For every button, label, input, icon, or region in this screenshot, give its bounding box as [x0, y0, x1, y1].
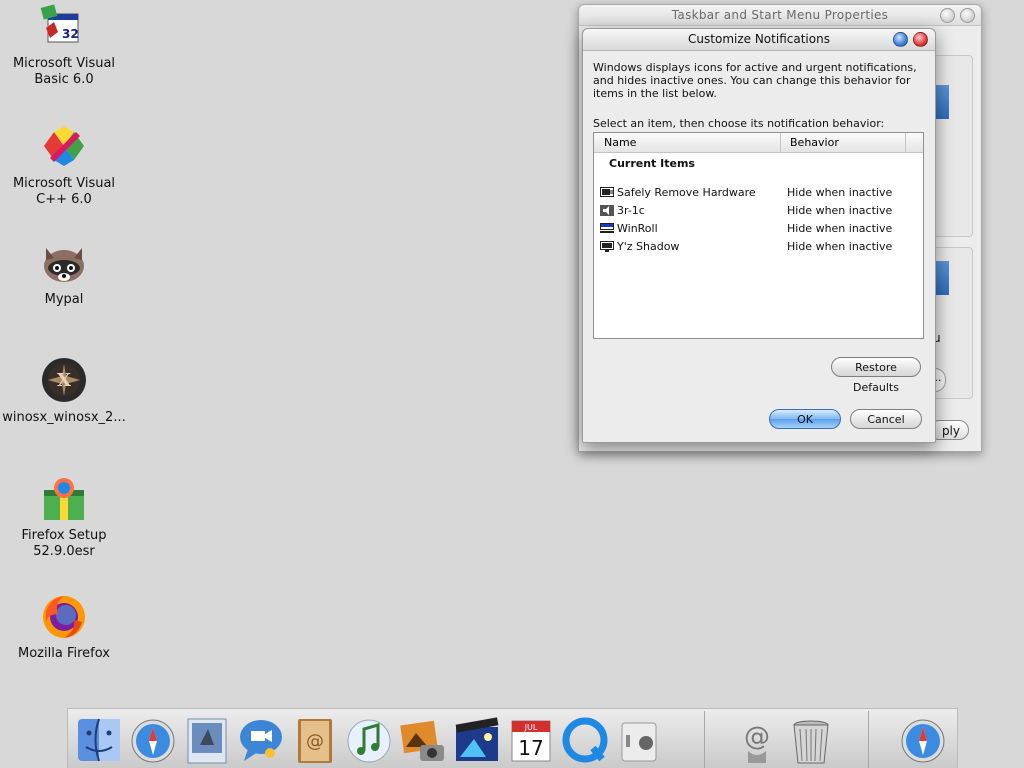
trash-icon[interactable] — [786, 715, 836, 767]
item-name: 3r-1c — [617, 204, 645, 217]
desktop-icon-visual-basic[interactable]: 32 Microsoft Visual Basic 6.0 — [0, 2, 128, 88]
cancel-button[interactable]: Cancel — [850, 409, 922, 429]
imovie-icon[interactable] — [452, 715, 502, 767]
ichat-icon[interactable] — [236, 715, 286, 767]
dock-separator — [704, 711, 705, 768]
visual-basic-icon: 32 — [40, 2, 88, 50]
winroll-icon — [600, 223, 614, 234]
iphoto-icon[interactable] — [398, 715, 448, 767]
desktop-icon-visual-cpp[interactable]: Microsoft Visual C++ 6.0 — [0, 122, 128, 208]
address-book-icon[interactable]: @ — [290, 715, 340, 767]
item-behavior[interactable]: Hide when inactive — [787, 239, 892, 255]
mail-at-icon[interactable]: @ — [732, 715, 782, 767]
item-behavior[interactable]: Hide when inactive — [787, 203, 892, 219]
customize-notifications-dialog: Customize Notifications Windows displays… — [582, 28, 936, 443]
desktop-icon-firefox-setup[interactable]: Firefox Setup 52.9.0esr — [0, 474, 128, 560]
item-name: Y'z Shadow — [617, 240, 680, 253]
minimize-button[interactable] — [940, 8, 955, 23]
mypal-raccoon-icon — [40, 238, 88, 286]
item-behavior[interactable]: Hide when inactive — [787, 221, 892, 237]
dock: @ JUL 17 @ — [67, 708, 958, 768]
ical-day: 17 — [518, 736, 543, 760]
column-header-name[interactable]: Name — [594, 133, 781, 152]
help-button[interactable] — [893, 32, 908, 47]
desktop-icon-label: Mypal — [44, 292, 84, 307]
winosx-icon: X — [40, 356, 88, 404]
dialog-description: Windows displays icons for active and ur… — [593, 61, 917, 100]
safari-download-icon[interactable] — [898, 715, 948, 767]
dock-separator — [868, 711, 869, 768]
safari-icon[interactable] — [128, 715, 178, 767]
desktop-icon-firefox[interactable]: Mozilla Firefox — [0, 592, 128, 662]
taskbar-preview-panel — [933, 55, 973, 237]
svg-text:@: @ — [744, 722, 770, 752]
firefox-setup-icon — [40, 474, 88, 522]
firefox-icon — [40, 592, 88, 640]
mail-icon[interactable] — [182, 715, 232, 767]
ical-icon[interactable]: JUL 17 — [506, 715, 556, 767]
desktop-icon-label: Microsoft Visual C++ 6.0 — [12, 176, 116, 207]
dialog-title: Customize Notifications — [583, 29, 935, 51]
system-preferences-icon[interactable] — [614, 715, 664, 767]
list-item[interactable]: WinRoll Hide when inactive — [598, 221, 918, 237]
item-name: WinRoll — [617, 222, 658, 235]
close-button[interactable] — [913, 32, 928, 47]
list-item[interactable]: 3r-1c Hide when inactive — [598, 203, 918, 219]
svg-text:@: @ — [306, 731, 324, 752]
desktop-icon-label: winosx_winosx_2... — [2, 410, 126, 425]
desktop-icon-winosx[interactable]: X winosx_winosx_2... — [0, 356, 128, 426]
hardware-icon — [600, 187, 614, 198]
winosx-glyph: X — [57, 370, 71, 391]
notification-items-list[interactable]: Name Behavior Current Items Safely Remov… — [593, 132, 924, 339]
list-header: Name Behavior — [594, 133, 923, 153]
vb-badge: 32 — [62, 27, 79, 41]
speaker-icon — [600, 205, 614, 216]
notification-preview-image — [935, 261, 949, 295]
taskbar-preview-image — [935, 85, 949, 119]
item-behavior[interactable]: Hide when inactive — [787, 185, 892, 201]
column-header-behavior[interactable]: Behavior — [782, 133, 906, 152]
finder-icon[interactable] — [74, 715, 124, 767]
itunes-icon[interactable] — [344, 715, 394, 767]
desktop-icon-label: Microsoft Visual Basic 6.0 — [12, 56, 116, 87]
item-name: Safely Remove Hardware — [617, 186, 756, 199]
list-item[interactable]: Safely Remove Hardware Hide when inactiv… — [598, 185, 918, 201]
list-item[interactable]: Y'z Shadow Hide when inactive — [598, 239, 918, 255]
desktop-icon-label: Firefox Setup 52.9.0esr — [21, 528, 107, 559]
select-instruction: Select an item, then choose its notifica… — [593, 117, 885, 130]
desktop: 32 Microsoft Visual Basic 6.0 Microsoft … — [0, 0, 1024, 768]
desktop-icon-label: Mozilla Firefox — [18, 646, 110, 661]
restore-defaults-button[interactable]: Restore Defaults — [831, 357, 921, 394]
group-current-items: Current Items — [609, 157, 695, 170]
window-title: Taskbar and Start Menu Properties — [579, 5, 981, 26]
visual-cpp-icon — [40, 122, 88, 170]
monitor-icon — [600, 241, 614, 252]
desktop-icon-mypal[interactable]: Mypal — [0, 238, 128, 308]
ok-button[interactable]: OK — [769, 409, 841, 429]
close-button[interactable] — [960, 8, 975, 23]
ical-month: JUL — [524, 723, 538, 732]
quicktime-icon[interactable] — [560, 715, 610, 767]
